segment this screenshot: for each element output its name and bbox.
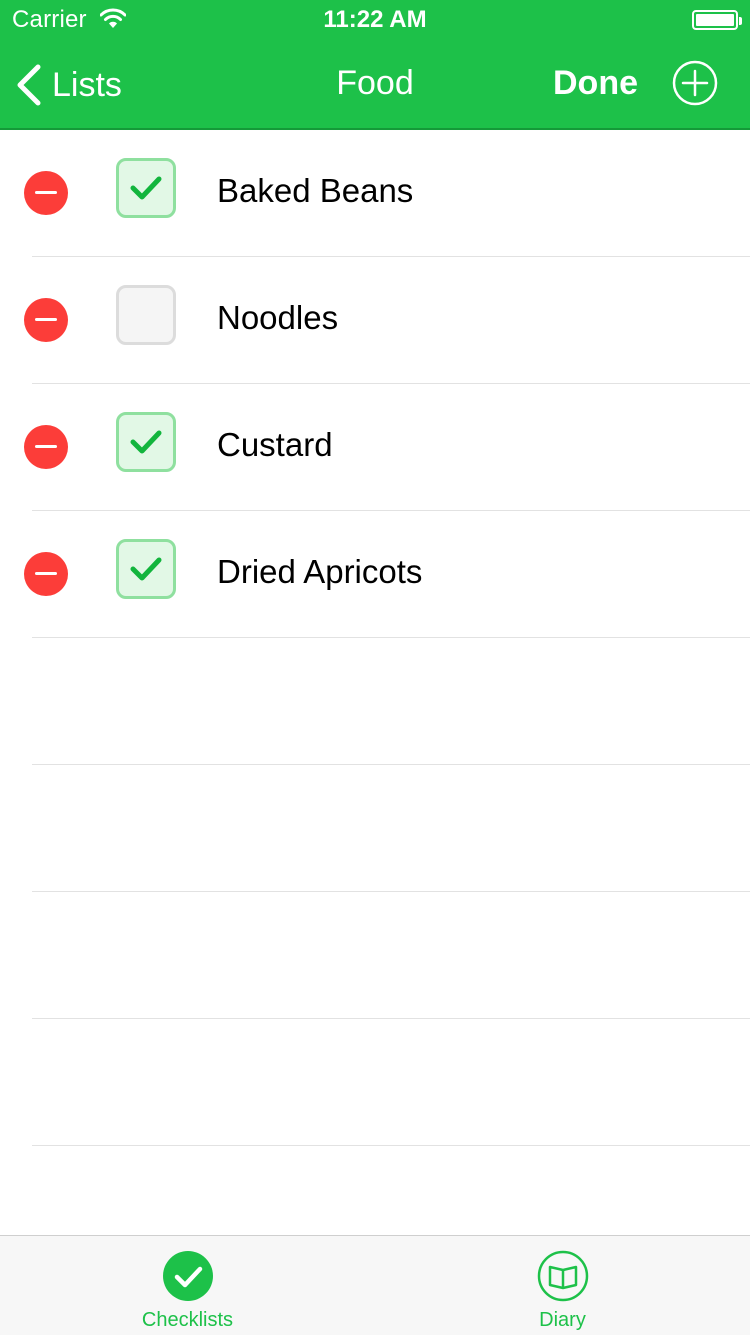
item-checkbox[interactable] bbox=[116, 158, 176, 218]
delete-minus-icon[interactable] bbox=[24, 298, 68, 342]
item-checkbox[interactable] bbox=[116, 539, 176, 599]
tab-checklists-label: Checklists bbox=[141, 1309, 234, 1331]
empty-row bbox=[32, 1019, 750, 1146]
book-icon bbox=[537, 1250, 589, 1302]
list-item: Noodles bbox=[24, 257, 750, 384]
item-label[interactable]: Dried Apricots bbox=[217, 553, 422, 591]
delete-minus-icon[interactable] bbox=[24, 552, 68, 596]
tab-diary-label: Diary bbox=[539, 1309, 586, 1331]
empty-row bbox=[32, 765, 750, 892]
item-label[interactable]: Noodles bbox=[217, 299, 338, 337]
checkmark-icon bbox=[130, 430, 162, 454]
delete-minus-icon[interactable] bbox=[24, 171, 68, 215]
navigation-header: Carrier 11:22 AM Lists Food Done bbox=[0, 0, 750, 130]
tab-diary[interactable]: Diary bbox=[375, 1236, 750, 1335]
item-label[interactable]: Custard bbox=[217, 426, 333, 464]
list-item: Custard bbox=[24, 384, 750, 511]
empty-row bbox=[32, 892, 750, 1019]
item-label[interactable]: Baked Beans bbox=[217, 172, 413, 210]
list-item: Dried Apricots bbox=[24, 511, 750, 638]
item-checkbox[interactable] bbox=[116, 285, 176, 345]
checkmark-icon bbox=[130, 176, 162, 200]
delete-minus-icon[interactable] bbox=[24, 425, 68, 469]
status-bar: Carrier 11:22 AM bbox=[0, 0, 750, 40]
plus-circle-icon[interactable] bbox=[672, 60, 718, 106]
nav-bar: Lists Food Done bbox=[0, 40, 750, 128]
battery-full-icon bbox=[692, 10, 742, 30]
tab-bar: Checklists Diary bbox=[0, 1235, 750, 1335]
clock: 11:22 AM bbox=[323, 6, 427, 33]
list-item: Baked Beans bbox=[24, 130, 750, 257]
checkmark-circle-icon bbox=[163, 1251, 213, 1301]
item-checkbox[interactable] bbox=[116, 412, 176, 472]
empty-row bbox=[32, 638, 750, 765]
tab-checklists[interactable]: Checklists bbox=[0, 1236, 375, 1335]
checkmark-icon bbox=[130, 557, 162, 581]
done-button[interactable]: Done bbox=[553, 64, 638, 103]
checklist: Baked Beans Noodles Custard Dried Aprico… bbox=[0, 130, 750, 1146]
